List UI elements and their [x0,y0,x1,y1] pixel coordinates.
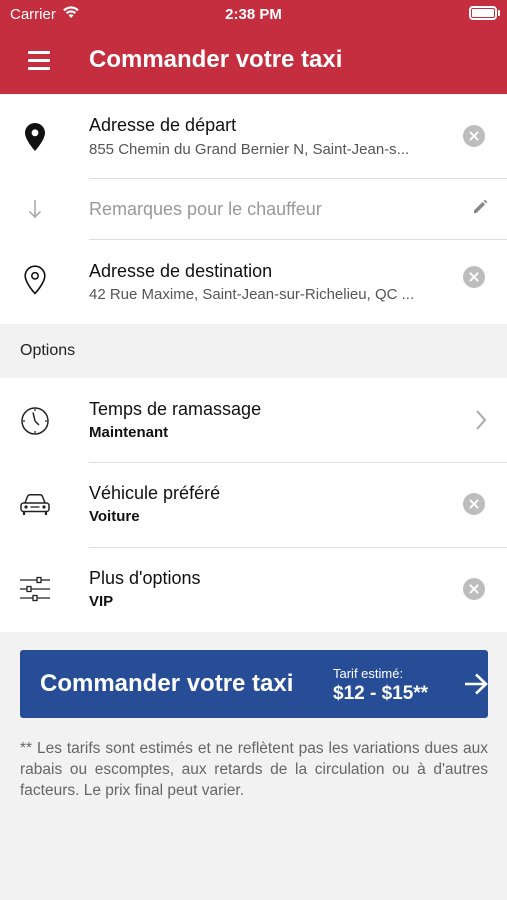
option-pickup-time[interactable]: Temps de ramassage Maintenant [0,378,507,463]
pencil-icon[interactable] [472,199,488,220]
chevron-right-icon [475,409,487,436]
arrow-down-icon [16,197,54,221]
clock-icon [16,406,54,436]
destination-label: Adresse de destination [89,261,273,281]
address-card: Adresse de départ 855 Chemin du Grand Be… [0,94,507,324]
order-button-label: Commander votre taxi [40,670,294,697]
remarks-row[interactable]: Remarques pour le chauffeur [0,179,507,240]
clear-more-options-button[interactable] [463,578,485,600]
arrow-right-icon [463,672,489,701]
car-icon [16,490,54,520]
option-vehicle[interactable]: Véhicule préféré Voiture [0,463,507,548]
battery-tip [498,10,500,16]
options-card: Temps de ramassage Maintenant Véhicule p… [0,378,507,632]
fare-estimate-price: $12 - $15** [333,683,429,704]
menu-icon[interactable] [18,44,62,78]
sliders-icon [16,574,54,604]
option-label: Plus d'options [89,568,201,588]
departure-label: Adresse de départ [89,115,237,135]
destination-row[interactable]: Adresse de destination 42 Rue Maxime, Sa… [0,240,507,324]
location-pin-icon [16,122,54,152]
options-header-label: Options [20,342,76,359]
status-bar: Carrier 2:38 PM [0,0,507,28]
option-label: Temps de ramassage [89,399,262,419]
options-section-header: Options [0,324,507,378]
departure-row[interactable]: Adresse de départ 855 Chemin du Grand Be… [0,94,507,179]
option-more[interactable]: Plus d'options VIP [0,548,507,632]
page-title: Commander votre taxi [89,46,343,73]
clear-destination-button[interactable] [463,266,485,288]
fare-disclaimer: ** Les tarifs sont estimés et ne reflète… [20,740,488,799]
order-taxi-button[interactable]: Commander votre taxi Tarif estimé: $12 -… [20,650,488,718]
clear-vehicle-button[interactable] [463,493,485,515]
option-value: Voiture [89,508,140,525]
battery-icon [469,6,497,20]
app-header: Commander votre taxi [0,28,507,94]
remarks-field[interactable]: Remarques pour le chauffeur [89,199,322,220]
destination-address: 42 Rue Maxime, Saint-Jean-sur-Richelieu,… [89,286,415,303]
status-time: 2:38 PM [225,6,282,23]
clear-departure-button[interactable] [463,125,485,147]
option-label: Véhicule préféré [89,483,221,503]
departure-address: 855 Chemin du Grand Bernier N, Saint-Jea… [89,141,410,158]
option-value: Maintenant [89,424,169,441]
option-value: VIP [89,593,114,610]
location-outline-icon [16,264,54,296]
fare-estimate-label: Tarif estimé: [333,666,404,681]
